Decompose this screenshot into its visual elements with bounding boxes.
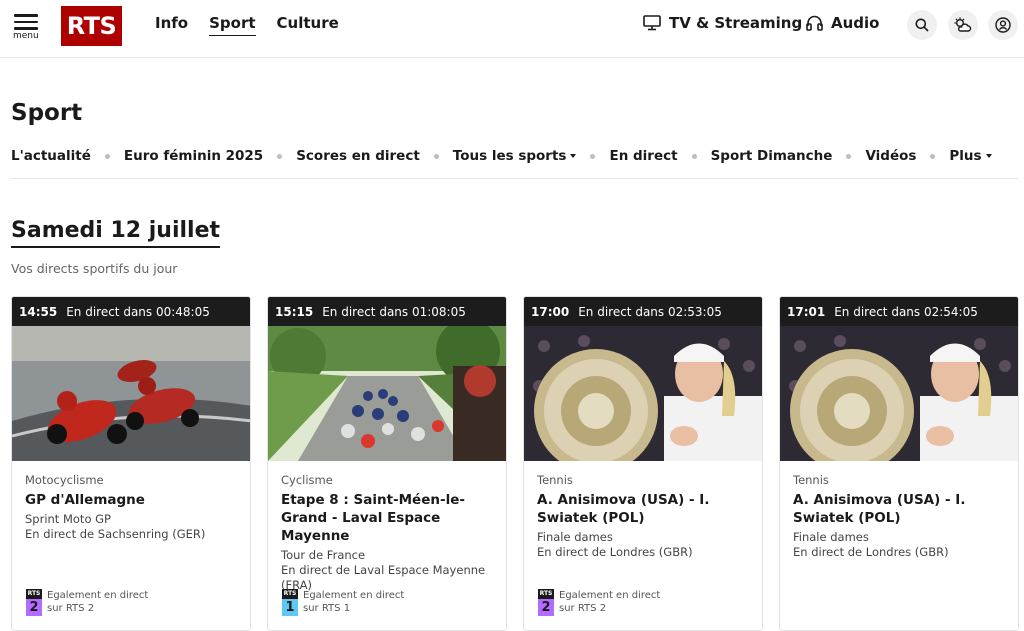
event-title: A. Anisimova (USA) - I. Swiatek (POL) — [537, 492, 710, 526]
also-live-info: RTS 1 Egalement en direct sur RTS 1 — [282, 589, 404, 617]
also-live-text: Egalement en direct — [303, 590, 405, 601]
subnav-en-direct[interactable]: En direct — [609, 148, 677, 164]
live-time-bar: 15:15 En direct dans 01:08:05 — [268, 297, 506, 326]
day-subtitle: Vos directs sportifs du jour — [11, 261, 178, 276]
live-event-card[interactable]: 17:00 En direct dans 02:53:05 Tennis A. … — [523, 296, 763, 631]
event-image — [12, 326, 250, 461]
account-button[interactable] — [988, 10, 1018, 40]
nav-info[interactable]: Info — [155, 14, 188, 36]
tv-streaming-link[interactable]: TV & Streaming — [643, 14, 802, 32]
subnav-separator — [930, 153, 936, 159]
rts2-channel-icon: RTS 2 — [26, 589, 42, 616]
weather-button[interactable] — [948, 10, 978, 40]
subnav-actualite[interactable]: L'actualité — [11, 148, 91, 164]
countdown: En direct dans 01:08:05 — [322, 304, 466, 319]
rts1-channel-icon: RTS 1 — [282, 589, 298, 616]
also-live-text: Egalement en direct — [559, 590, 661, 601]
event-time: 17:01 — [787, 304, 826, 319]
countdown: En direct dans 00:48:05 — [66, 304, 210, 319]
subnav-separator — [104, 153, 110, 159]
sport-subnav: L'actualité Euro féminin 2025 Scores en … — [11, 148, 1019, 164]
headphones-icon — [806, 15, 823, 31]
event-title: A. Anisimova (USA) - I. Swiatek (POL) — [793, 492, 966, 526]
event-image — [524, 326, 762, 461]
page-title: Sport — [11, 100, 83, 126]
tv-icon — [643, 15, 661, 31]
menu-label: menu — [13, 31, 39, 41]
subnav-plus[interactable]: Plus — [949, 148, 992, 164]
tv-streaming-label: TV & Streaming — [669, 14, 803, 32]
subnav-separator — [433, 153, 439, 159]
site-header: menu RTS Info Sport Culture TV & Streami… — [0, 0, 1024, 58]
event-image — [780, 326, 1018, 461]
also-live-info: RTS 2 Egalement en direct sur RTS 2 — [26, 589, 148, 617]
menu-button[interactable]: menu — [12, 12, 42, 42]
event-time: 14:55 — [19, 304, 58, 319]
also-live-channel: sur RTS 2 — [47, 603, 95, 614]
live-event-card[interactable]: 15:15 En direct dans 01:08:05 Cyclisme E… — [267, 296, 507, 631]
event-category: Cyclisme — [281, 473, 333, 487]
event-detail: Tour de France — [281, 548, 366, 562]
event-time: 15:15 — [275, 304, 314, 319]
countdown: En direct dans 02:54:05 — [834, 304, 978, 319]
account-icon — [995, 17, 1011, 33]
also-live-channel: sur RTS 1 — [303, 603, 351, 614]
event-location: En direct de Londres (GBR) — [537, 545, 693, 559]
subnav-videos[interactable]: Vidéos — [865, 148, 916, 164]
event-time: 17:00 — [531, 304, 570, 319]
event-category: Tennis — [537, 473, 573, 487]
day-title[interactable]: Samedi 12 juillet — [11, 218, 221, 248]
chevron-down-icon — [985, 154, 992, 158]
rts2-channel-icon: RTS 2 — [538, 589, 554, 616]
event-title: Etape 8 : Saint-Méen-le-Grand - Laval Es… — [281, 492, 465, 544]
search-icon — [915, 18, 929, 32]
also-live-text: Egalement en direct — [47, 590, 149, 601]
subnav-separator — [846, 153, 852, 159]
live-event-card[interactable]: 14:55 En direct dans 00:48:05 Motocyclis… — [11, 296, 251, 631]
search-button[interactable] — [907, 10, 937, 40]
weather-icon — [954, 17, 972, 32]
live-event-card[interactable]: 17:01 En direct dans 02:54:05 Tennis A. … — [779, 296, 1019, 631]
subnav-separator — [691, 153, 697, 159]
event-detail: Sprint Moto GP — [25, 512, 111, 526]
divider — [11, 178, 1019, 179]
event-detail: Finale dames — [793, 530, 869, 544]
subnav-sport-dimanche[interactable]: Sport Dimanche — [711, 148, 833, 164]
hamburger-icon — [14, 14, 38, 30]
subnav-separator — [277, 153, 283, 159]
live-time-bar: 17:01 En direct dans 02:54:05 — [780, 297, 1018, 326]
audio-link[interactable]: Audio — [806, 14, 879, 32]
event-category: Tennis — [793, 473, 829, 487]
audio-label: Audio — [831, 14, 880, 32]
event-category: Motocyclisme — [25, 473, 104, 487]
subnav-tous-les-sports[interactable]: Tous les sports — [453, 148, 577, 164]
event-location: En direct de Londres (GBR) — [793, 545, 949, 559]
event-image — [268, 326, 506, 461]
rts-logo[interactable]: RTS — [61, 6, 122, 46]
event-title: GP d'Allemagne — [25, 492, 145, 508]
nav-sport[interactable]: Sport — [209, 14, 256, 36]
main-nav: Info Sport Culture — [155, 14, 339, 36]
subnav-separator — [590, 153, 596, 159]
chevron-down-icon — [570, 154, 577, 158]
live-time-bar: 17:00 En direct dans 02:53:05 — [524, 297, 762, 326]
live-time-bar: 14:55 En direct dans 00:48:05 — [12, 297, 250, 326]
countdown: En direct dans 02:53:05 — [578, 304, 722, 319]
subnav-scores[interactable]: Scores en direct — [296, 148, 420, 164]
also-live-info: RTS 2 Egalement en direct sur RTS 2 — [538, 589, 660, 617]
also-live-channel: sur RTS 2 — [559, 603, 607, 614]
nav-culture[interactable]: Culture — [277, 14, 339, 36]
event-detail: Finale dames — [537, 530, 613, 544]
event-location: En direct de Sachsenring (GER) — [25, 527, 206, 541]
subnav-euro-feminin[interactable]: Euro féminin 2025 — [124, 148, 263, 164]
